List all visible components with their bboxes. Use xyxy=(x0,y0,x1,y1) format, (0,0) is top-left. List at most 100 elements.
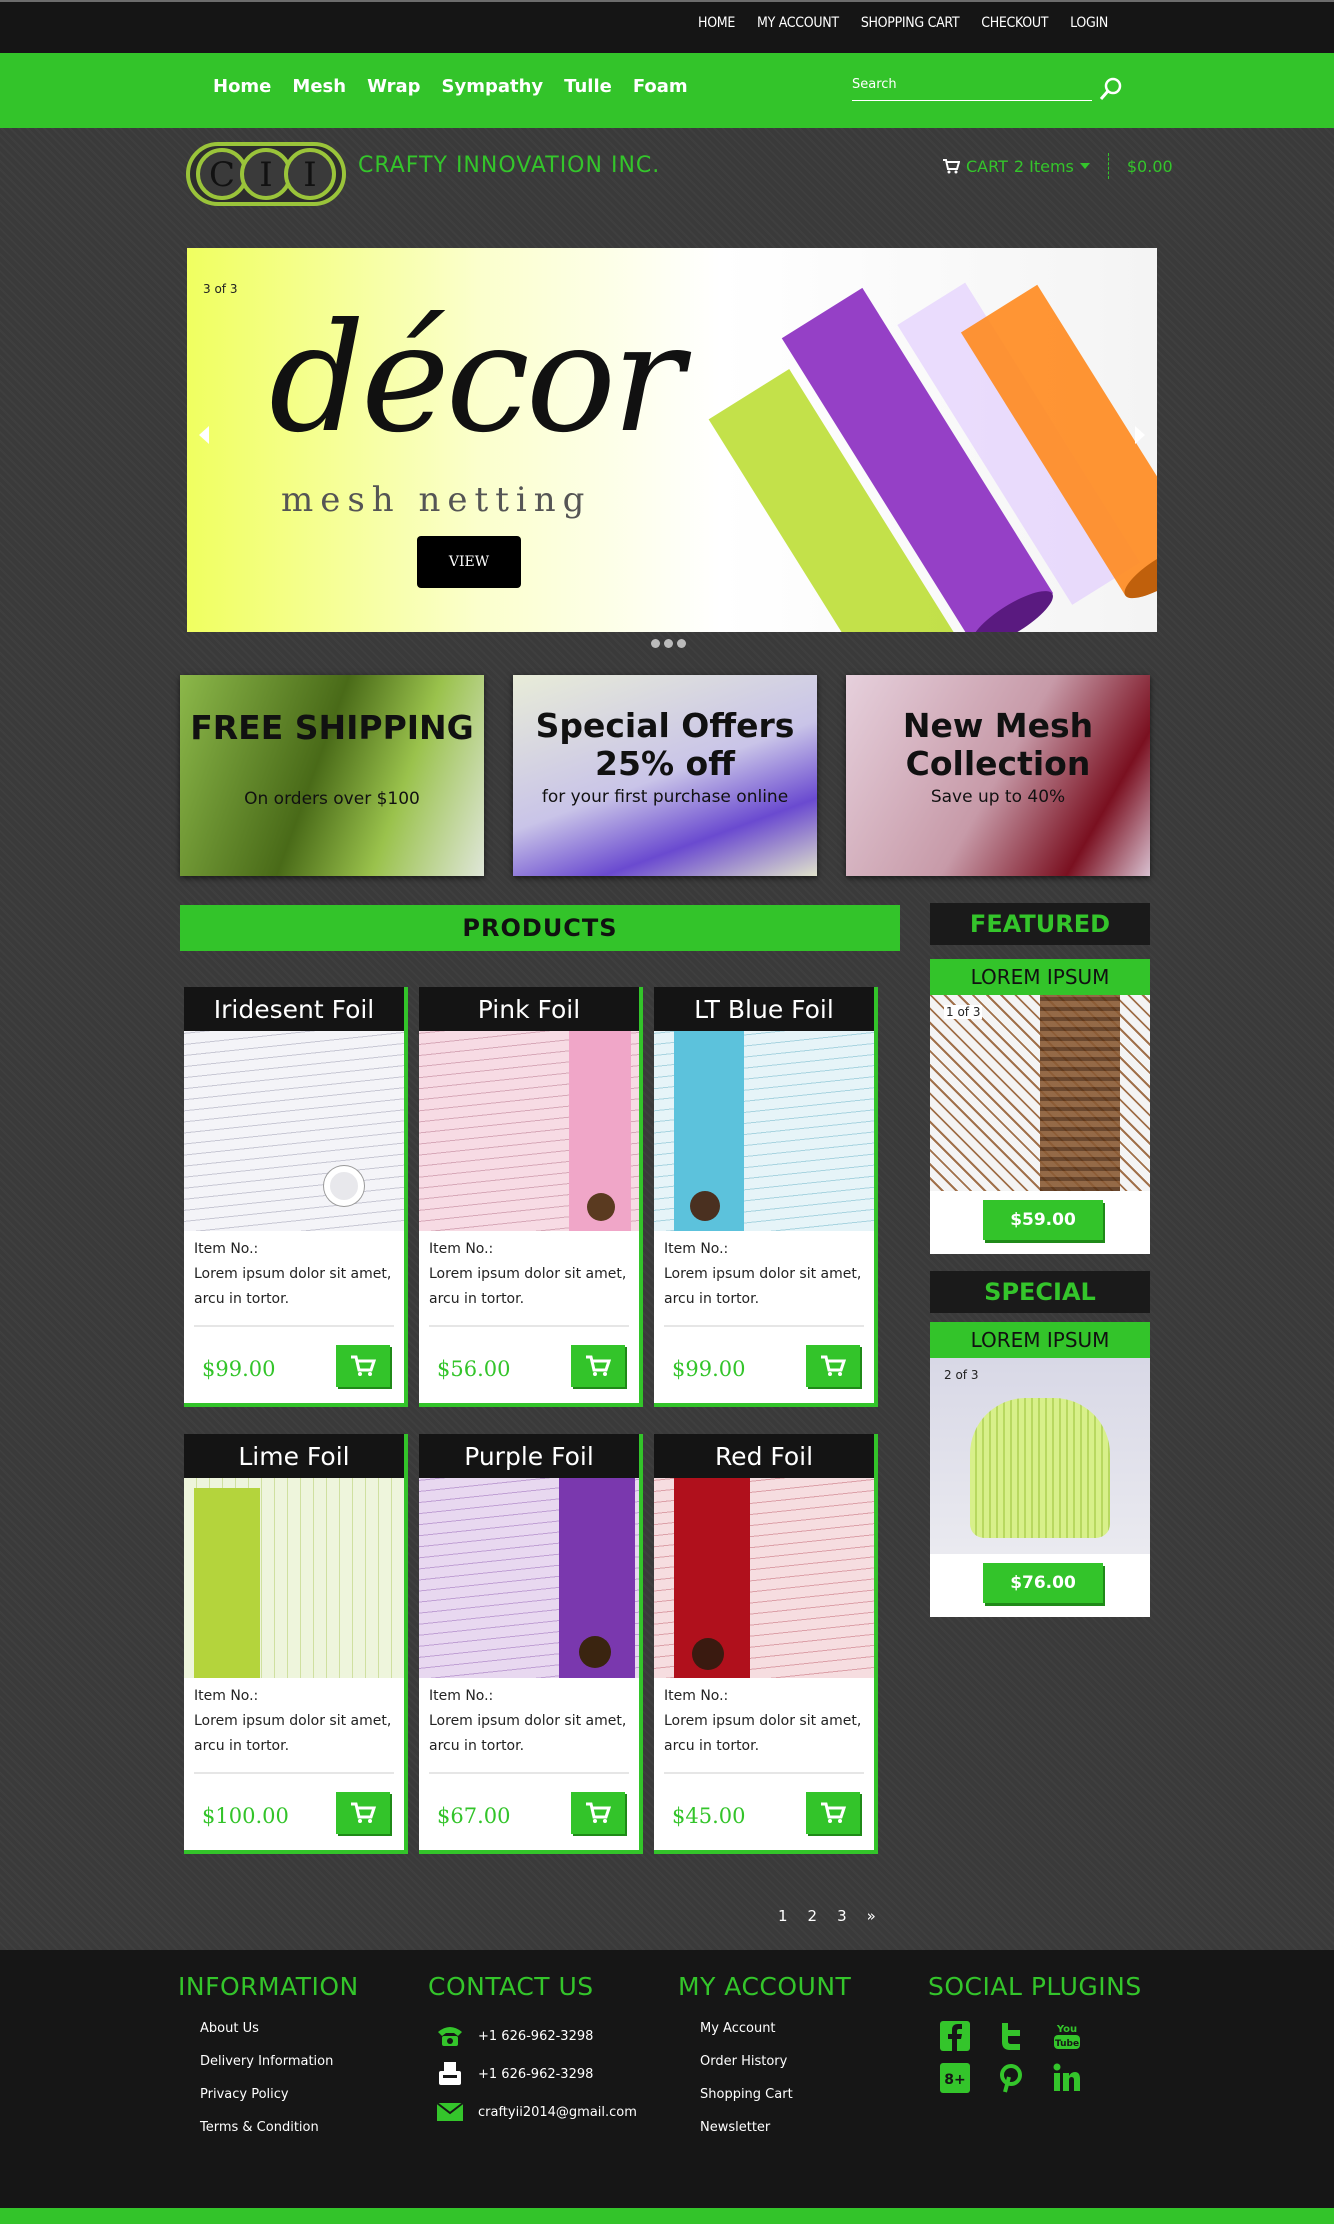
slider-dot-3[interactable] xyxy=(677,639,686,648)
page-link-next[interactable]: » xyxy=(867,1907,876,1925)
promo-new-collection[interactable]: New Mesh Collection Save up to 40% xyxy=(846,675,1150,876)
promo-free-shipping[interactable]: FREE SHIPPING On orders over $100 xyxy=(180,675,484,876)
cart-icon xyxy=(586,1802,611,1823)
product-image[interactable] xyxy=(419,1478,639,1678)
top-link-checkout[interactable]: CHECKOUT xyxy=(981,15,1048,31)
page-link-1[interactable]: 1 xyxy=(778,1907,788,1925)
special-price-button[interactable]: $76.00 xyxy=(983,1563,1103,1603)
product-meta: Item No.: Lorem ipsum dolor sit amet, ar… xyxy=(654,1678,874,1772)
product-description: Lorem ipsum dolor sit amet, arcu in tort… xyxy=(429,1266,627,1307)
page-link-2[interactable]: 2 xyxy=(808,1907,818,1925)
divider xyxy=(664,1772,864,1774)
special-label: LOREM IPSUM xyxy=(930,1322,1150,1358)
footer-link-delivery[interactable]: Delivery Information xyxy=(200,2054,359,2069)
special-image[interactable]: 2 of 3 xyxy=(930,1358,1150,1554)
add-to-cart-button[interactable] xyxy=(806,1345,860,1387)
nav-item-home[interactable]: Home xyxy=(213,76,271,97)
product-name[interactable]: Lime Foil xyxy=(184,1434,404,1478)
phone-icon xyxy=(438,2027,462,2046)
product-meta: Item No.: Lorem ipsum dolor sit amet, ar… xyxy=(654,1231,874,1325)
product-meta: Item No.: Lorem ipsum dolor sit amet, ar… xyxy=(419,1231,639,1325)
footer-link-privacy[interactable]: Privacy Policy xyxy=(200,2087,359,2102)
cart-icon xyxy=(821,1355,846,1376)
nav-item-foam[interactable]: Foam xyxy=(633,76,688,97)
nav-item-tulle[interactable]: Tulle xyxy=(564,76,612,97)
product-name[interactable]: Iridesent Foil xyxy=(184,987,404,1031)
youtube-icon[interactable]: You Tube xyxy=(1052,2021,1082,2051)
linkedin-icon[interactable] xyxy=(1052,2063,1082,2093)
top-link-login[interactable]: LOGIN xyxy=(1070,15,1108,31)
slider-next-arrow-icon[interactable] xyxy=(1135,426,1145,444)
add-to-cart-button[interactable] xyxy=(571,1345,625,1387)
footer-account: MY ACCOUNT My Account Order History Shop… xyxy=(678,1972,851,2153)
add-to-cart-button[interactable] xyxy=(806,1792,860,1834)
footer-contact: CONTACT US +1 626-962-3298 +1 626-962-32… xyxy=(428,1972,637,2131)
mesh-rolls-image xyxy=(708,282,1157,632)
top-link-home[interactable]: HOME xyxy=(698,15,735,31)
slider-dot-1[interactable] xyxy=(651,639,660,648)
contact-email-text[interactable]: craftyii2014@gmail.com xyxy=(478,2105,637,2120)
product-price: $45.00 xyxy=(672,1804,746,1828)
product-image[interactable] xyxy=(419,1031,639,1231)
product-card: Red Foil Item No.: Lorem ipsum dolor sit… xyxy=(654,1434,878,1854)
special-heading: SPECIAL xyxy=(930,1271,1150,1313)
product-image[interactable] xyxy=(654,1031,874,1231)
product-description: Lorem ipsum dolor sit amet, arcu in tort… xyxy=(194,1266,392,1307)
contact-phone: +1 626-962-3298 xyxy=(436,2017,637,2055)
promo-special-offers[interactable]: Special Offers 25% off for your first pu… xyxy=(513,675,817,876)
product-name[interactable]: Red Foil xyxy=(654,1434,874,1478)
product-price: $99.00 xyxy=(672,1357,746,1381)
footer-link-terms[interactable]: Terms & Condition xyxy=(200,2120,359,2135)
product-image[interactable] xyxy=(184,1031,404,1231)
google-plus-icon[interactable]: 8+ xyxy=(940,2063,970,2093)
top-link-shopping-cart[interactable]: SHOPPING CART xyxy=(861,15,960,31)
cart-icon xyxy=(821,1802,846,1823)
product-description: Lorem ipsum dolor sit amet, arcu in tort… xyxy=(194,1713,392,1754)
top-link-my-account[interactable]: MY ACCOUNT xyxy=(757,15,839,31)
page-link-3[interactable]: 3 xyxy=(837,1907,847,1925)
search-button[interactable] xyxy=(1096,74,1126,104)
divider xyxy=(429,1772,629,1774)
featured-label: LOREM IPSUM xyxy=(930,959,1150,995)
featured-image[interactable]: 1 of 3 xyxy=(930,995,1150,1191)
promo-title: New Mesh Collection xyxy=(902,706,1094,783)
footer-link-order-history[interactable]: Order History xyxy=(700,2054,851,2069)
cart-summary[interactable]: CART 2 Items $0.00 xyxy=(942,153,1173,179)
cart-icon xyxy=(586,1355,611,1376)
product-image[interactable] xyxy=(654,1478,874,1678)
product-image[interactable] xyxy=(184,1478,404,1678)
twitter-icon[interactable] xyxy=(996,2021,1026,2051)
site-logo[interactable]: C I I xyxy=(186,140,346,208)
footer-link-shopping-cart[interactable]: Shopping Cart xyxy=(700,2087,851,2102)
pagination: 1 2 3 » xyxy=(778,1907,876,1925)
slider-prev-arrow-icon[interactable] xyxy=(199,426,209,444)
product-name[interactable]: Pink Foil xyxy=(419,987,639,1031)
svg-text:You: You xyxy=(1056,2024,1077,2035)
promo-title: Special Offers 25% off xyxy=(535,706,795,783)
featured-price-button[interactable]: $59.00 xyxy=(983,1200,1103,1240)
product-name[interactable]: LT Blue Foil xyxy=(654,987,874,1031)
product-card: Lime Foil Item No.: Lorem ipsum dolor si… xyxy=(184,1434,408,1854)
footer-link-newsletter[interactable]: Newsletter xyxy=(700,2120,851,2135)
footer: INFORMATION About Us Delivery Informatio… xyxy=(0,1950,1334,2210)
product-name[interactable]: Purple Foil xyxy=(419,1434,639,1478)
nav-item-wrap[interactable]: Wrap xyxy=(367,76,420,97)
nav-item-mesh[interactable]: Mesh xyxy=(292,76,346,97)
slider-view-button[interactable]: VIEW xyxy=(417,536,521,588)
cart-label: CART xyxy=(966,156,1008,176)
add-to-cart-button[interactable] xyxy=(571,1792,625,1834)
search-input[interactable] xyxy=(852,77,1072,92)
special-counter: 2 of 3 xyxy=(944,1368,979,1382)
facebook-icon[interactable] xyxy=(940,2021,970,2051)
footer-link-about-us[interactable]: About Us xyxy=(200,2021,359,2036)
slider-dot-2[interactable] xyxy=(664,639,673,648)
add-to-cart-button[interactable] xyxy=(336,1345,390,1387)
nav-item-sympathy[interactable]: Sympathy xyxy=(442,76,544,97)
pinterest-icon[interactable] xyxy=(996,2063,1026,2093)
product-card: LT Blue Foil Item No.: Lorem ipsum dolor… xyxy=(654,987,878,1407)
add-to-cart-button[interactable] xyxy=(336,1792,390,1834)
promo-subtitle: for your first purchase online xyxy=(541,787,789,807)
brand-name[interactable]: CRAFTY INNOVATION INC. xyxy=(358,153,660,178)
footer-link-my-account[interactable]: My Account xyxy=(700,2021,851,2036)
bottom-bar xyxy=(0,2208,1334,2224)
